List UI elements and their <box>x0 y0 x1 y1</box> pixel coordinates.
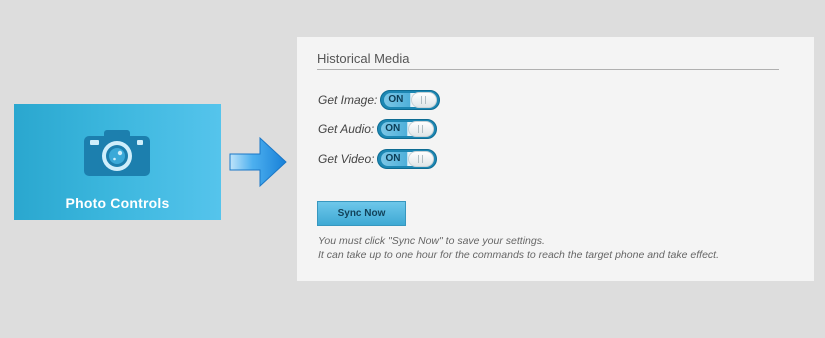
arrow-right-icon <box>229 136 287 188</box>
toggle-state-text: ON <box>385 153 401 164</box>
get-video-row: Get Video: ON <box>318 148 438 170</box>
toggle-knob[interactable] <box>408 151 435 167</box>
get-audio-toggle[interactable]: ON <box>377 119 438 139</box>
get-image-toggle[interactable]: ON <box>380 90 441 110</box>
get-video-label: Get Video: <box>318 152 375 166</box>
toggle-knob[interactable] <box>408 121 435 137</box>
sync-now-button[interactable]: Sync Now <box>317 201 406 226</box>
toggle-state-text: ON <box>385 123 401 134</box>
get-image-label: Get Image: <box>318 93 378 107</box>
sync-note-line-1: You must click "Sync Now" to save your s… <box>318 235 545 247</box>
historical-media-panel: Historical Media Get Image: ON Get Audio… <box>297 37 814 281</box>
camera-icon <box>84 130 150 176</box>
get-image-row: Get Image: ON <box>318 89 441 111</box>
title-divider <box>317 69 779 70</box>
get-video-toggle[interactable]: ON <box>377 149 438 169</box>
sync-note-line-2: It can take up to one hour for the comma… <box>318 249 720 261</box>
photo-controls-label: Photo Controls <box>65 195 170 211</box>
panel-title: Historical Media <box>317 51 410 66</box>
photo-controls-tile[interactable]: Photo Controls <box>14 104 221 220</box>
toggle-knob[interactable] <box>411 92 438 108</box>
toggle-state-text: ON <box>388 94 404 105</box>
get-audio-row: Get Audio: ON <box>318 118 438 140</box>
get-audio-label: Get Audio: <box>318 122 375 136</box>
